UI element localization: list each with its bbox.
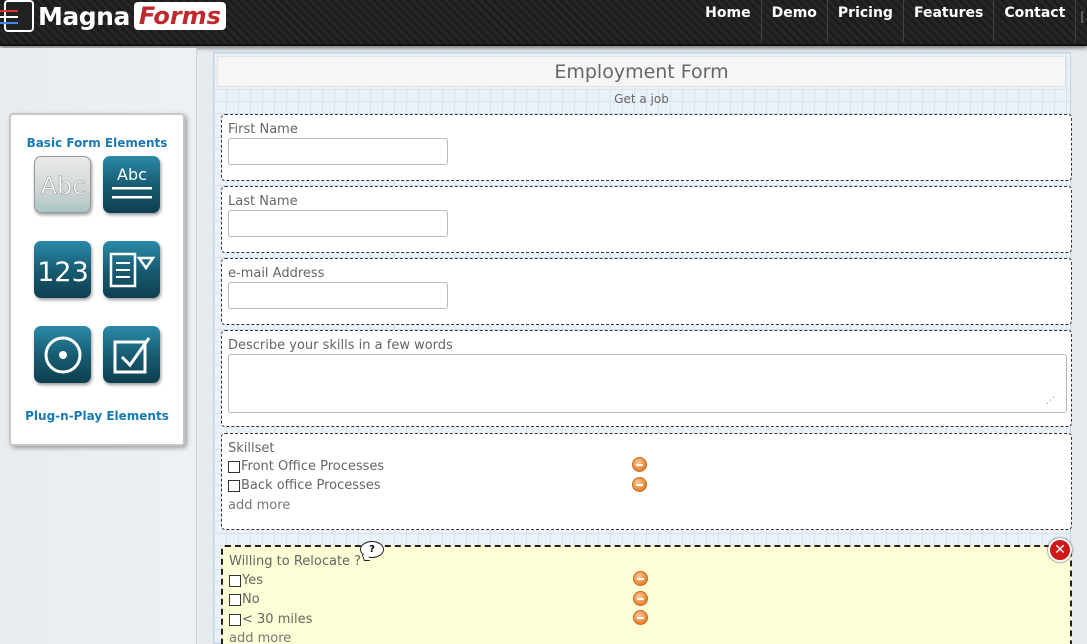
dropdown-icon[interactable] xyxy=(103,241,160,298)
checkbox[interactable] xyxy=(229,613,241,626)
nav-home[interactable]: Home xyxy=(695,0,762,42)
form-subtitle[interactable]: Get a job xyxy=(214,92,1069,106)
logo-name: Magna xyxy=(38,1,130,31)
top-bar: Magna Forms Home Demo Pricing Features C… xyxy=(0,0,1087,46)
field-skills[interactable]: Describe your skills in a few words ⋰ xyxy=(221,330,1072,427)
relocate-option[interactable]: No xyxy=(229,592,260,607)
toolbox: Basic Form Elements Abc Abc 123 Plug-n-P… xyxy=(9,113,185,446)
skillset-option[interactable]: Front Office Processes xyxy=(228,459,384,474)
field-skillset[interactable]: Skillset Front Office Processes Back off… xyxy=(221,433,1072,530)
text-area-icon[interactable]: Abc xyxy=(103,156,160,213)
remove-option-icon[interactable] xyxy=(633,610,648,625)
option-label: Back office Processes xyxy=(241,478,381,493)
option-label: < 30 miles xyxy=(242,612,313,627)
remove-option-icon[interactable] xyxy=(633,591,648,606)
relocate-option[interactable]: Yes xyxy=(229,573,263,588)
nav-overflow: [ xyxy=(1080,10,1085,24)
basic-elements-title[interactable]: Basic Form Elements xyxy=(11,136,183,150)
remove-option-icon[interactable] xyxy=(632,457,647,472)
checkbox[interactable] xyxy=(228,460,240,473)
close-icon[interactable]: ✕ xyxy=(1048,538,1072,562)
text-input-icon[interactable]: Abc xyxy=(34,156,91,213)
number-input-icon-text: 123 xyxy=(37,257,89,287)
field-last-name[interactable]: Last Name xyxy=(221,186,1072,253)
first-name-label: First Name xyxy=(228,122,298,137)
resize-grip-icon[interactable]: ⋰ xyxy=(1046,396,1055,406)
option-label: Yes xyxy=(242,573,263,588)
skills-label: Describe your skills in a few words xyxy=(228,338,453,353)
form-title[interactable]: Employment Form xyxy=(217,56,1066,87)
relocate-label: Willing to Relocate ? xyxy=(229,554,362,569)
checkbox[interactable] xyxy=(229,574,241,587)
field-first-name[interactable]: First Name xyxy=(221,114,1072,181)
help-icon[interactable]: ? xyxy=(360,541,384,558)
checkbox-icon[interactable] xyxy=(103,326,160,383)
nav-contact[interactable]: Contact xyxy=(994,0,1077,42)
option-label: Front Office Processes xyxy=(241,459,385,474)
email-label: e-mail Address xyxy=(228,266,325,281)
logo[interactable]: Magna Forms xyxy=(0,0,226,32)
text-input-icon-text: Abc xyxy=(40,172,85,200)
last-name-label: Last Name xyxy=(228,194,298,209)
checkbox[interactable] xyxy=(228,479,240,492)
remove-option-icon[interactable] xyxy=(633,571,648,586)
sidebar: Basic Form Elements Abc Abc 123 Plug-n-P… xyxy=(0,48,197,644)
nav-pricing[interactable]: Pricing xyxy=(828,0,904,42)
logo-suffix: Forms xyxy=(133,2,226,30)
nav-features[interactable]: Features xyxy=(904,0,995,42)
option-label: No xyxy=(242,592,260,607)
main-nav: Home Demo Pricing Features Contact [ xyxy=(695,0,1087,44)
add-more-link[interactable]: add more xyxy=(229,631,291,644)
logo-mark-icon xyxy=(0,0,34,32)
skills-textarea[interactable] xyxy=(228,354,1067,413)
plug-n-play-title[interactable]: Plug-n-Play Elements xyxy=(11,409,183,423)
field-email[interactable]: e-mail Address xyxy=(221,258,1072,325)
last-name-input[interactable] xyxy=(228,210,448,237)
first-name-input[interactable] xyxy=(228,138,448,165)
nav-demo[interactable]: Demo xyxy=(762,0,828,42)
add-more-link[interactable]: add more xyxy=(228,498,290,513)
field-relocate[interactable]: Willing to Relocate ? ? ✕ Yes No < 30 mi… xyxy=(221,538,1072,644)
skillset-label: Skillset xyxy=(228,441,275,456)
text-area-icon-text: Abc xyxy=(117,165,147,184)
remove-option-icon[interactable] xyxy=(632,477,647,492)
checkbox[interactable] xyxy=(229,593,241,606)
email-input[interactable] xyxy=(228,282,448,309)
relocate-option[interactable]: < 30 miles xyxy=(229,612,312,627)
skillset-option[interactable]: Back office Processes xyxy=(228,478,381,493)
radio-button-icon[interactable] xyxy=(34,326,91,383)
number-input-icon[interactable]: 123 xyxy=(34,241,91,298)
form-canvas: Employment Form Get a job First Name Las… xyxy=(213,52,1072,644)
